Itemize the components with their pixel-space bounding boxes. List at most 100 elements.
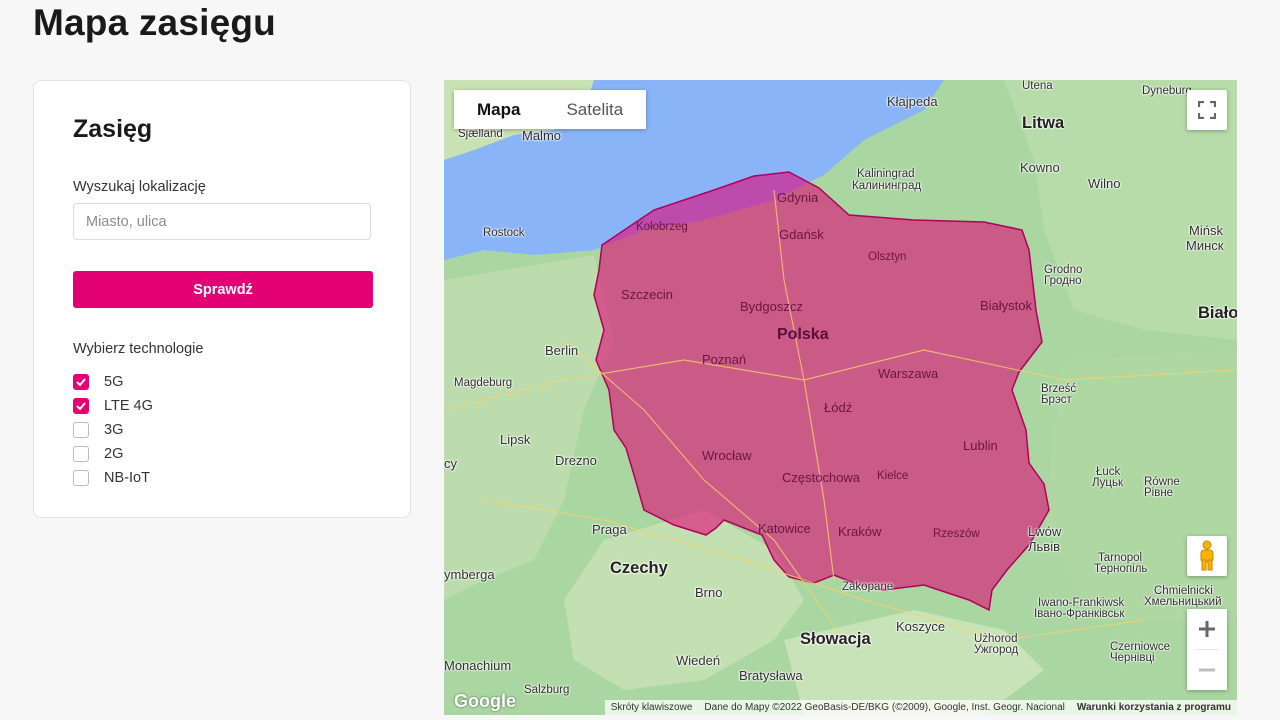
zoom-out-button[interactable] xyxy=(1187,650,1227,690)
map-label-poznan: Poznań xyxy=(702,352,747,367)
map-label-krakow: Kraków xyxy=(838,524,882,539)
tech-label-lte: LTE 4G xyxy=(104,398,153,414)
location-search-input[interactable] xyxy=(73,203,371,240)
map-label-brzesc-cyr: Брэст xyxy=(1041,394,1072,406)
map-label-lodz: Łódź xyxy=(824,400,853,415)
check-button[interactable]: Sprawdź xyxy=(73,271,373,308)
map-label-nurnberga: ymberga xyxy=(444,567,495,582)
checkbox-2g[interactable] xyxy=(73,446,89,462)
tech-option-3g[interactable]: 3G xyxy=(73,418,153,442)
search-label: Wyszukaj lokalizację xyxy=(73,179,206,195)
map-label-litwa: Litwa xyxy=(1022,114,1065,132)
map-attribution: Skróty klawiszowe Dane do Mapy ©2022 Geo… xyxy=(604,700,1237,715)
map-label-lwow: Lwów xyxy=(1028,524,1062,539)
map-label-salzburg: Salzburg xyxy=(524,684,570,696)
map-label-slowacja: Słowacja xyxy=(800,630,871,648)
map-label-kaliningrad: Kaliningrad xyxy=(857,168,915,180)
map-label-cy: cy xyxy=(444,456,457,471)
map-label-kaliningrad-cyr: Калининград xyxy=(852,180,922,192)
panel-title: Zasięg xyxy=(73,115,153,143)
minus-icon xyxy=(1199,668,1215,672)
map-data-attribution: Dane do Mapy ©2022 GeoBasis-DE/BKG (©200… xyxy=(704,702,1065,713)
map-label-berlin: Berlin xyxy=(545,343,579,358)
map-label-czestochowa: Częstochowa xyxy=(782,470,861,485)
map-label-wieden: Wiedeń xyxy=(676,653,721,668)
map-label-czechy: Czechy xyxy=(610,559,668,577)
checkbox-lte[interactable] xyxy=(73,398,89,414)
map-label-kielce: Kielce xyxy=(877,470,909,482)
tech-option-nbiot[interactable]: NB-IoT xyxy=(73,466,153,490)
map-label-lipsk: Lipsk xyxy=(500,432,531,447)
map-label-utena: Utena xyxy=(1022,80,1053,92)
map-label-bratyslawa: Bratysława xyxy=(739,668,803,683)
technology-label: Wybierz technologie xyxy=(73,341,204,357)
pegman-icon xyxy=(1200,540,1214,571)
map-label-bydgoszcz: Bydgoszcz xyxy=(740,299,803,314)
map-label-brno: Brno xyxy=(695,585,723,600)
map-label-rowne-cyr: Рівне xyxy=(1144,487,1174,499)
page-title: Mapa zasięgu xyxy=(33,2,276,43)
map-label-klajpeda: Kłajpeda xyxy=(887,94,938,109)
tech-option-5g[interactable]: 5G xyxy=(73,370,153,394)
map-type-control: Mapa Satelita xyxy=(454,90,647,129)
map-label-kolobrzeg: Kołobrzeg xyxy=(636,221,688,233)
map-label-kowno: Kowno xyxy=(1020,160,1060,175)
map-label-koszyce: Koszyce xyxy=(896,619,946,634)
map-label-lublin: Lublin xyxy=(963,438,998,453)
map-label-grodno-cyr: Гродно xyxy=(1044,275,1082,287)
zoom-control xyxy=(1187,609,1227,690)
fullscreen-button[interactable] xyxy=(1187,90,1227,130)
map-label-magdeburg: Magdeburg xyxy=(454,377,513,389)
checkbox-nbiot[interactable] xyxy=(73,470,89,486)
coverage-panel: Zasięg Wyszukaj lokalizację Sprawdź Wybi… xyxy=(33,80,411,518)
tech-option-2g[interactable]: 2G xyxy=(73,442,153,466)
checkbox-5g[interactable] xyxy=(73,374,89,390)
map-label-gdansk: Gdańsk xyxy=(779,227,824,242)
map-label-praga: Praga xyxy=(592,522,627,537)
map-label-czerniowce-cyr: Чернівці xyxy=(1110,652,1155,664)
map-label-rostock: Rostock xyxy=(483,227,525,239)
tech-label-nbiot: NB-IoT xyxy=(104,470,150,486)
map-label-gdynia: Gdynia xyxy=(777,190,819,205)
map-label-minsk-cyr: Минск xyxy=(1186,238,1224,253)
map-type-map-button[interactable]: Mapa xyxy=(454,90,544,129)
keyboard-shortcuts-link[interactable]: Skróty klawiszowe xyxy=(605,702,699,713)
map-label-malmo: Malmo xyxy=(522,128,562,143)
map-label-szczecin: Szczecin xyxy=(621,287,674,302)
tech-option-lte[interactable]: LTE 4G xyxy=(73,394,153,418)
map-label-rzeszow: Rzeszów xyxy=(933,528,980,540)
map-label-wilno: Wilno xyxy=(1088,176,1121,191)
terms-link[interactable]: Warunki korzystania z programu xyxy=(1071,702,1237,713)
plus-icon xyxy=(1199,621,1215,637)
tech-label-5g: 5G xyxy=(104,374,124,390)
map-label-minsk: Mińsk xyxy=(1189,223,1223,238)
map-label-katowice: Katowice xyxy=(758,521,811,536)
map-label-olsztyn: Olsztyn xyxy=(868,251,907,263)
tech-label-3g: 3G xyxy=(104,422,124,438)
fullscreen-icon xyxy=(1198,101,1216,119)
map-label-bialystok: Białystok xyxy=(980,298,1033,313)
street-view-button[interactable] xyxy=(1187,536,1227,576)
tech-label-2g: 2G xyxy=(104,446,124,462)
coverage-map[interactable]: Kłajpeda Litwa Dyneburg Utena Sjælland M… xyxy=(444,80,1237,715)
map-label-drezno: Drezno xyxy=(555,453,597,468)
map-label-zakopane: Zakopane xyxy=(842,581,894,593)
map-label-wroclaw: Wrocław xyxy=(702,448,752,463)
map-label-sjaelland: Sjælland xyxy=(458,128,503,140)
google-logo: Google xyxy=(454,691,516,711)
checkmark-icon xyxy=(76,378,86,387)
map-label-biala: Biało xyxy=(1198,304,1237,322)
checkbox-3g[interactable] xyxy=(73,422,89,438)
map-label-monachium: Monachium xyxy=(444,658,512,673)
map-label-polska: Polska xyxy=(777,326,829,343)
map-label-warszawa: Warszawa xyxy=(878,366,939,381)
map-label-uzhorod-cyr: Ужгород xyxy=(974,644,1019,656)
map-label-luck-cyr: Луцьк xyxy=(1092,477,1124,489)
map-label-lwow-cyr: Львів xyxy=(1028,539,1061,554)
zoom-in-button[interactable] xyxy=(1187,609,1227,649)
map-type-satellite-button[interactable]: Satelita xyxy=(543,90,647,129)
map-label-iwano-cyr: Івано-Франківськ xyxy=(1034,608,1125,620)
map-label-dyneburg: Dyneburg xyxy=(1142,85,1192,97)
checkmark-icon xyxy=(76,402,86,411)
map-label-tarnopol-cyr: Тернопіль xyxy=(1094,563,1148,575)
